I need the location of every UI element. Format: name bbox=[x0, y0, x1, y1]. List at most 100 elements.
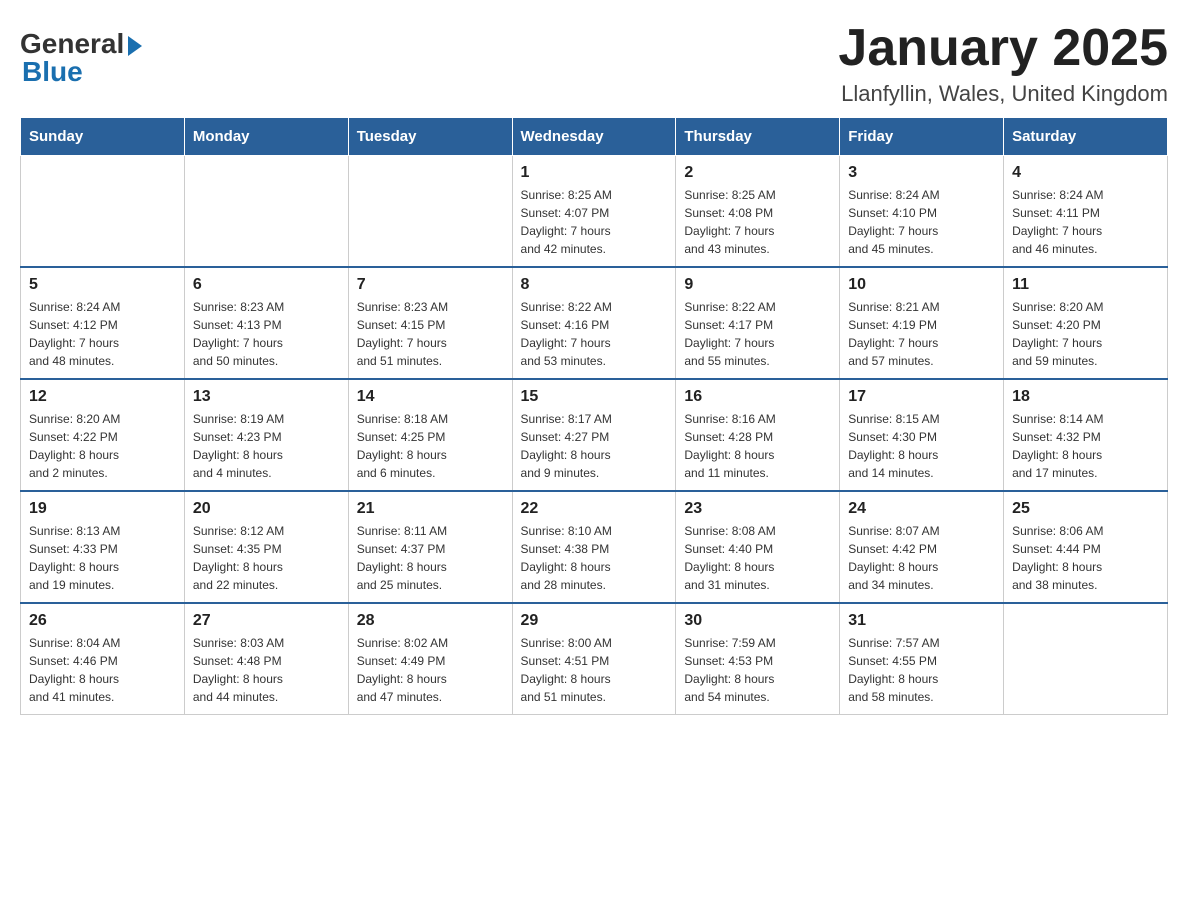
calendar-empty-cell bbox=[184, 156, 348, 268]
calendar-day-28: 28 Sunrise: 8:02 AM Sunset: 4:49 PM Dayli… bbox=[348, 603, 512, 715]
day-info: Sunrise: 8:16 AM Sunset: 4:28 PM Dayligh… bbox=[684, 410, 831, 482]
logo-general-text: General bbox=[20, 30, 124, 58]
day-number: 4 bbox=[1012, 164, 1159, 182]
day-number: 22 bbox=[521, 500, 668, 518]
day-number: 25 bbox=[1012, 500, 1159, 518]
calendar-day-3: 3Sunrise: 8:24 AM Sunset: 4:10 PM Daylig… bbox=[840, 156, 1004, 268]
day-info: Sunrise: 8:07 AM Sunset: 4:42 PM Dayligh… bbox=[848, 522, 995, 594]
day-number: 17 bbox=[848, 388, 995, 406]
calendar-week-row: 19 Sunrise: 8:13 AM Sunset: 4:33 PM Dayli… bbox=[21, 491, 1168, 603]
day-info: Sunrise: 8:04 AM Sunset: 4:46 PM Dayligh… bbox=[29, 634, 176, 706]
day-info: Sunrise: 8:22 AM Sunset: 4:17 PM Dayligh… bbox=[684, 298, 831, 370]
day-number: 15 bbox=[521, 388, 668, 406]
day-number: 10 bbox=[848, 276, 995, 294]
calendar-header-friday: Friday bbox=[840, 118, 1004, 156]
day-number: 8 bbox=[521, 276, 668, 294]
calendar-day-29: 29 Sunrise: 8:00 AM Sunset: 4:51 PM Dayli… bbox=[512, 603, 676, 715]
day-number: 5 bbox=[29, 276, 176, 294]
calendar-day-7: 7 Sunrise: 8:23 AM Sunset: 4:15 PM Daylig… bbox=[348, 267, 512, 379]
day-number: 27 bbox=[193, 612, 340, 630]
day-info: Sunrise: 8:14 AM Sunset: 4:32 PM Dayligh… bbox=[1012, 410, 1159, 482]
day-number: 19 bbox=[29, 500, 176, 518]
calendar-day-8: 8 Sunrise: 8:22 AM Sunset: 4:16 PM Daylig… bbox=[512, 267, 676, 379]
calendar-day-25: 25 Sunrise: 8:06 AM Sunset: 4:44 PM Dayli… bbox=[1004, 491, 1168, 603]
calendar-day-31: 31Sunrise: 7:57 AM Sunset: 4:55 PM Dayli… bbox=[840, 603, 1004, 715]
calendar-day-13: 13 Sunrise: 8:19 AM Sunset: 4:23 PM Dayli… bbox=[184, 379, 348, 491]
day-info: Sunrise: 8:24 AM Sunset: 4:12 PM Dayligh… bbox=[29, 298, 176, 370]
calendar-day-27: 27 Sunrise: 8:03 AM Sunset: 4:48 PM Dayli… bbox=[184, 603, 348, 715]
calendar-day-20: 20 Sunrise: 8:12 AM Sunset: 4:35 PM Dayli… bbox=[184, 491, 348, 603]
day-info: Sunrise: 8:23 AM Sunset: 4:13 PM Dayligh… bbox=[193, 298, 340, 370]
calendar-header-thursday: Thursday bbox=[676, 118, 840, 156]
page-header: General Blue January 2025 Llanfyllin, Wa… bbox=[20, 20, 1168, 107]
day-info: Sunrise: 8:22 AM Sunset: 4:16 PM Dayligh… bbox=[521, 298, 668, 370]
calendar-empty-cell bbox=[348, 156, 512, 268]
logo: General Blue bbox=[20, 30, 142, 86]
day-info: Sunrise: 8:18 AM Sunset: 4:25 PM Dayligh… bbox=[357, 410, 504, 482]
calendar-header-tuesday: Tuesday bbox=[348, 118, 512, 156]
location-text: Llanfyllin, Wales, United Kingdom bbox=[838, 81, 1168, 107]
calendar-day-24: 24 Sunrise: 8:07 AM Sunset: 4:42 PM Dayli… bbox=[840, 491, 1004, 603]
day-number: 16 bbox=[684, 388, 831, 406]
calendar-day-23: 23 Sunrise: 8:08 AM Sunset: 4:40 PM Dayli… bbox=[676, 491, 840, 603]
day-number: 29 bbox=[521, 612, 668, 630]
calendar-day-6: 6Sunrise: 8:23 AM Sunset: 4:13 PM Daylig… bbox=[184, 267, 348, 379]
calendar-header-row: SundayMondayTuesdayWednesdayThursdayFrid… bbox=[21, 118, 1168, 156]
calendar-week-row: 5 Sunrise: 8:24 AM Sunset: 4:12 PM Daylig… bbox=[21, 267, 1168, 379]
day-number: 26 bbox=[29, 612, 176, 630]
day-number: 24 bbox=[848, 500, 995, 518]
day-number: 2 bbox=[684, 164, 831, 182]
calendar-week-row: 1 Sunrise: 8:25 AM Sunset: 4:07 PM Daylig… bbox=[21, 156, 1168, 268]
day-info: Sunrise: 8:00 AM Sunset: 4:51 PM Dayligh… bbox=[521, 634, 668, 706]
day-info: Sunrise: 8:08 AM Sunset: 4:40 PM Dayligh… bbox=[684, 522, 831, 594]
day-info: Sunrise: 8:17 AM Sunset: 4:27 PM Dayligh… bbox=[521, 410, 668, 482]
calendar-day-4: 4 Sunrise: 8:24 AM Sunset: 4:11 PM Daylig… bbox=[1004, 156, 1168, 268]
day-number: 28 bbox=[357, 612, 504, 630]
calendar-day-12: 12 Sunrise: 8:20 AM Sunset: 4:22 PM Dayli… bbox=[21, 379, 185, 491]
day-number: 21 bbox=[357, 500, 504, 518]
day-info: Sunrise: 8:20 AM Sunset: 4:22 PM Dayligh… bbox=[29, 410, 176, 482]
day-number: 3 bbox=[848, 164, 995, 182]
day-number: 13 bbox=[193, 388, 340, 406]
day-info: Sunrise: 8:25 AM Sunset: 4:07 PM Dayligh… bbox=[521, 186, 668, 258]
day-info: Sunrise: 8:23 AM Sunset: 4:15 PM Dayligh… bbox=[357, 298, 504, 370]
day-info: Sunrise: 8:25 AM Sunset: 4:08 PM Dayligh… bbox=[684, 186, 831, 258]
calendar-day-9: 9 Sunrise: 8:22 AM Sunset: 4:17 PM Daylig… bbox=[676, 267, 840, 379]
day-info: Sunrise: 8:24 AM Sunset: 4:11 PM Dayligh… bbox=[1012, 186, 1159, 258]
day-number: 12 bbox=[29, 388, 176, 406]
day-info: Sunrise: 8:13 AM Sunset: 4:33 PM Dayligh… bbox=[29, 522, 176, 594]
day-info: Sunrise: 8:15 AM Sunset: 4:30 PM Dayligh… bbox=[848, 410, 995, 482]
calendar-empty-cell bbox=[1004, 603, 1168, 715]
calendar-day-21: 21 Sunrise: 8:11 AM Sunset: 4:37 PM Dayli… bbox=[348, 491, 512, 603]
day-number: 1 bbox=[521, 164, 668, 182]
calendar-day-26: 26 Sunrise: 8:04 AM Sunset: 4:46 PM Dayli… bbox=[21, 603, 185, 715]
day-number: 9 bbox=[684, 276, 831, 294]
calendar-header-monday: Monday bbox=[184, 118, 348, 156]
calendar-week-row: 26 Sunrise: 8:04 AM Sunset: 4:46 PM Dayli… bbox=[21, 603, 1168, 715]
day-info: Sunrise: 8:03 AM Sunset: 4:48 PM Dayligh… bbox=[193, 634, 340, 706]
day-number: 7 bbox=[357, 276, 504, 294]
day-number: 23 bbox=[684, 500, 831, 518]
logo-blue-text: Blue bbox=[22, 58, 142, 86]
calendar-empty-cell bbox=[21, 156, 185, 268]
day-info: Sunrise: 8:21 AM Sunset: 4:19 PM Dayligh… bbox=[848, 298, 995, 370]
day-number: 18 bbox=[1012, 388, 1159, 406]
day-number: 14 bbox=[357, 388, 504, 406]
day-info: Sunrise: 8:10 AM Sunset: 4:38 PM Dayligh… bbox=[521, 522, 668, 594]
day-number: 20 bbox=[193, 500, 340, 518]
day-info: Sunrise: 8:12 AM Sunset: 4:35 PM Dayligh… bbox=[193, 522, 340, 594]
day-info: Sunrise: 8:19 AM Sunset: 4:23 PM Dayligh… bbox=[193, 410, 340, 482]
calendar-day-15: 15 Sunrise: 8:17 AM Sunset: 4:27 PM Dayli… bbox=[512, 379, 676, 491]
day-info: Sunrise: 7:57 AM Sunset: 4:55 PM Dayligh… bbox=[848, 634, 995, 706]
day-info: Sunrise: 8:20 AM Sunset: 4:20 PM Dayligh… bbox=[1012, 298, 1159, 370]
calendar-header-wednesday: Wednesday bbox=[512, 118, 676, 156]
calendar-day-1: 1 Sunrise: 8:25 AM Sunset: 4:07 PM Daylig… bbox=[512, 156, 676, 268]
calendar-day-5: 5 Sunrise: 8:24 AM Sunset: 4:12 PM Daylig… bbox=[21, 267, 185, 379]
calendar-day-22: 22 Sunrise: 8:10 AM Sunset: 4:38 PM Dayli… bbox=[512, 491, 676, 603]
calendar-day-30: 30Sunrise: 7:59 AM Sunset: 4:53 PM Dayli… bbox=[676, 603, 840, 715]
calendar-header-sunday: Sunday bbox=[21, 118, 185, 156]
day-info: Sunrise: 8:02 AM Sunset: 4:49 PM Dayligh… bbox=[357, 634, 504, 706]
day-info: Sunrise: 8:11 AM Sunset: 4:37 PM Dayligh… bbox=[357, 522, 504, 594]
day-info: Sunrise: 8:06 AM Sunset: 4:44 PM Dayligh… bbox=[1012, 522, 1159, 594]
calendar-day-18: 18 Sunrise: 8:14 AM Sunset: 4:32 PM Dayli… bbox=[1004, 379, 1168, 491]
